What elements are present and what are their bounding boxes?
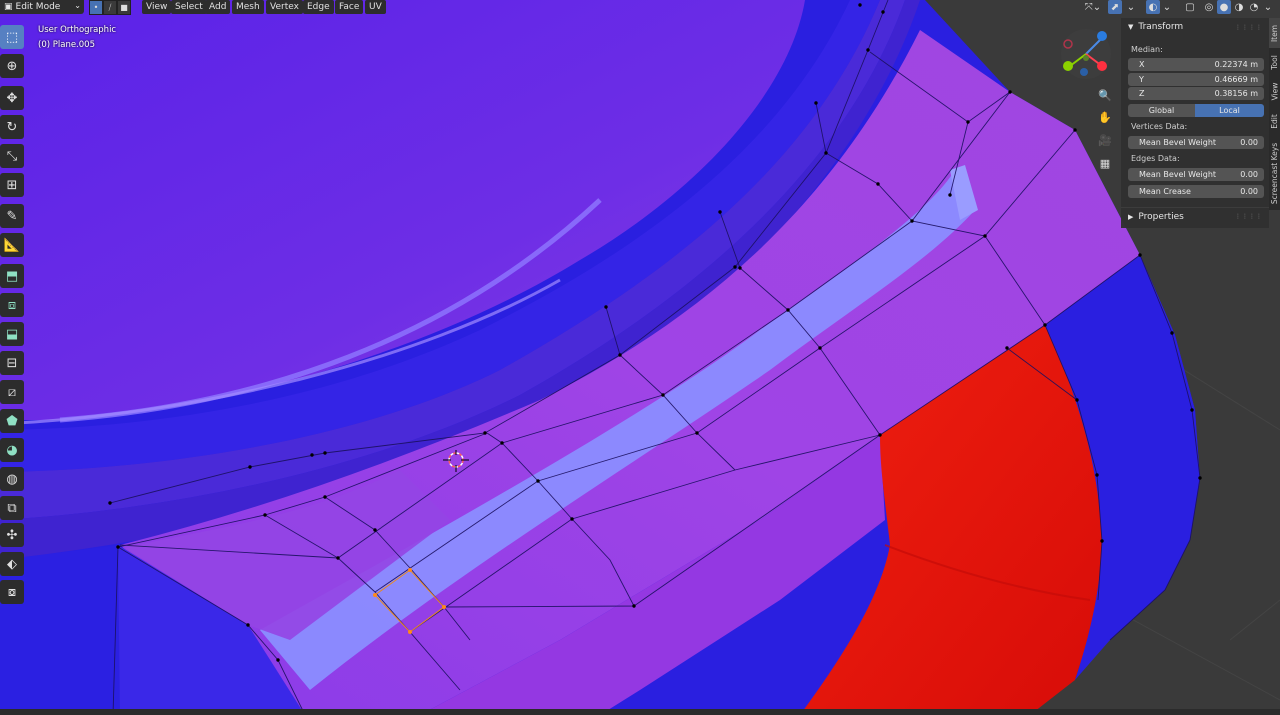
pan-hand-icon[interactable]: ✋ [1096, 108, 1114, 126]
face-select-icon[interactable]: ■ [117, 0, 131, 15]
vertex-bevel-value: 0.00 [1240, 138, 1258, 147]
edit-mode-icon: ▣ [4, 2, 13, 12]
x-label: X [1139, 60, 1145, 69]
properties-title: Properties [1138, 212, 1184, 222]
mode-dropdown[interactable]: ▣ Edit Mode ⌄ [0, 0, 84, 14]
camera-icon[interactable]: 🎥 [1096, 131, 1114, 149]
menu-vertex[interactable]: Vertex [266, 0, 303, 14]
rotate-tool-icon[interactable]: ↻ [0, 115, 24, 139]
select-box-tool-icon[interactable]: ⬚ [0, 25, 24, 49]
edge-select-icon[interactable]: ⧸ [103, 0, 117, 15]
collapsed-triangle-icon: ▶ [1128, 213, 1134, 221]
gizmo-toggle-icon[interactable]: ⬈ [1108, 0, 1122, 14]
knife-tool-icon[interactable]: ⧄ [0, 380, 24, 404]
crease-value: 0.00 [1240, 187, 1258, 196]
tab-edit[interactable]: Edit [1269, 107, 1280, 135]
loop-cut-tool-icon[interactable]: ⊟ [0, 351, 24, 375]
xray-icon[interactable]: ▢ [1183, 0, 1197, 14]
edge-bevel-label: Mean Bevel Weight [1139, 170, 1217, 179]
overlays-icon[interactable]: ◐ [1146, 0, 1160, 14]
transform-title: Transform [1138, 22, 1184, 32]
view-name: User Orthographic [38, 25, 117, 35]
menu-select[interactable]: Select [171, 0, 207, 14]
x-value: 0.22374 m [1214, 60, 1258, 69]
wireframe-shading-icon[interactable]: ◎ [1202, 0, 1216, 14]
bevel-tool-icon[interactable]: ⬓ [0, 322, 24, 346]
drag-handle-icon[interactable]: ⋮⋮⋮⋮ [1235, 213, 1263, 220]
material-shading-icon[interactable]: ◑ [1232, 0, 1246, 14]
inset-tool-icon[interactable]: ⧈ [0, 293, 24, 317]
shear-tool-icon[interactable]: ⬖ [0, 552, 24, 576]
extrude-tool-icon[interactable]: ⬒ [0, 264, 24, 288]
global-toggle[interactable]: Global [1128, 104, 1195, 117]
z-value: 0.38156 m [1214, 89, 1258, 98]
rip-tool-icon[interactable]: ⧇ [0, 580, 24, 604]
median-x-field[interactable]: X 0.22374 m [1128, 58, 1264, 71]
x-axis-icon [1097, 61, 1107, 71]
drag-handle-icon[interactable]: ⋮⋮⋮⋮ [1235, 24, 1263, 31]
poly-build-tool-icon[interactable]: ⬟ [0, 409, 24, 433]
mode-label: Edit Mode [15, 2, 61, 12]
navigation-gizmo[interactable] [1060, 28, 1112, 80]
y-value: 0.46669 m [1214, 75, 1258, 84]
rendered-shading-icon[interactable]: ◔ [1247, 0, 1261, 14]
y-label: Y [1139, 75, 1144, 84]
menu-add[interactable]: Add [205, 0, 231, 14]
scale-tool-icon[interactable]: ⤡ [0, 144, 24, 168]
solid-shading-icon[interactable]: ● [1217, 0, 1231, 14]
menu-view[interactable]: View [142, 0, 172, 14]
edge-bevel-weight-field[interactable]: Mean Bevel Weight 0.00 [1128, 168, 1264, 181]
chevron-down-icon[interactable]: ⌄ [1161, 0, 1173, 14]
status-bar [0, 709, 1280, 715]
menu-mesh[interactable]: Mesh [232, 0, 264, 14]
menu-face[interactable]: Face [335, 0, 364, 14]
sidebar-panel: ▼ Transform ⋮⋮⋮⋮ Median: X 0.22374 m Y 0… [1121, 18, 1269, 228]
expanded-triangle-icon: ▼ [1128, 23, 1134, 31]
y-axis-icon [1063, 61, 1073, 71]
sidebar-tabs: Item Tool View Edit Screencast Keys [1269, 18, 1280, 210]
grid-view-icon[interactable]: ▦ [1096, 154, 1114, 172]
menu-uv[interactable]: UV [365, 0, 386, 14]
menu-edge[interactable]: Edge [303, 0, 334, 14]
transform-pivot-icon[interactable]: ⤧⌄ [1082, 0, 1104, 14]
edge-slide-tool-icon[interactable]: ⧉ [0, 496, 24, 520]
tab-view[interactable]: View [1269, 76, 1280, 106]
select-mode-group: • ⧸ ■ [89, 0, 131, 15]
spin-tool-icon[interactable]: ◕ [0, 438, 24, 462]
chevron-down-icon: ⌄ [74, 1, 81, 10]
transform-tool-icon[interactable]: ⊞ [0, 173, 24, 197]
local-toggle[interactable]: Local [1195, 104, 1264, 117]
vertex-bevel-label: Mean Bevel Weight [1139, 138, 1217, 147]
tab-tool[interactable]: Tool [1269, 49, 1280, 75]
median-y-field[interactable]: Y 0.46669 m [1128, 73, 1264, 86]
shrink-fatten-tool-icon[interactable]: ✣ [0, 523, 24, 547]
crease-label: Mean Crease [1139, 187, 1191, 196]
median-label: Median: [1131, 45, 1163, 54]
object-name: (0) Plane.005 [38, 40, 95, 50]
z-label: Z [1139, 89, 1145, 98]
edge-bevel-value: 0.00 [1240, 170, 1258, 179]
smooth-tool-icon[interactable]: ◍ [0, 467, 24, 491]
mean-crease-field[interactable]: Mean Crease 0.00 [1128, 185, 1264, 198]
edges-data-label: Edges Data: [1131, 154, 1180, 163]
vertices-data-label: Vertices Data: [1131, 122, 1188, 131]
tab-item[interactable]: Item [1269, 18, 1280, 48]
chevron-down-icon[interactable]: ⌄ [1263, 0, 1273, 14]
vertex-select-icon[interactable]: • [89, 0, 103, 15]
cursor-tool-icon[interactable]: ⊕ [0, 54, 24, 78]
mesh-render [0, 0, 1280, 715]
chevron-down-icon[interactable]: ⌄ [1124, 0, 1138, 14]
annotate-tool-icon[interactable]: ✎ [0, 204, 24, 228]
tab-screencast-keys[interactable]: Screencast Keys [1269, 136, 1280, 210]
move-tool-icon[interactable]: ✥ [0, 86, 24, 110]
3d-viewport[interactable] [0, 0, 1280, 715]
measure-tool-icon[interactable]: 📐 [0, 233, 24, 257]
z-axis-icon [1097, 31, 1107, 41]
vertex-bevel-weight-field[interactable]: Mean Bevel Weight 0.00 [1128, 136, 1264, 149]
median-z-field[interactable]: Z 0.38156 m [1128, 87, 1264, 100]
zoom-icon[interactable]: 🔍 [1096, 86, 1114, 104]
